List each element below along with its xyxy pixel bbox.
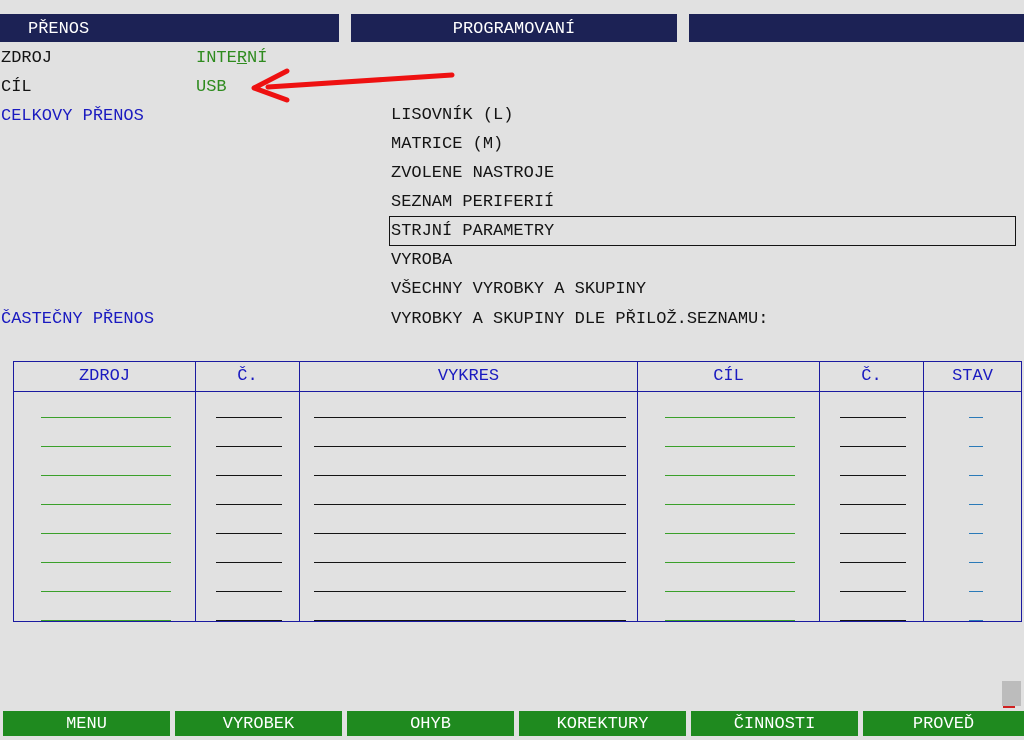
column-header-target: CÍL xyxy=(713,367,744,386)
target-entry-line[interactable] xyxy=(665,504,795,505)
source-number-entry-line[interactable] xyxy=(216,417,282,418)
source-value-end: NÍ xyxy=(247,49,268,68)
source-value-start: INTE xyxy=(196,49,237,68)
cursor-marker xyxy=(1003,706,1015,708)
target-entry-line[interactable] xyxy=(665,533,795,534)
target-number-entry-line[interactable] xyxy=(840,475,906,476)
source-number-entry-line[interactable] xyxy=(216,620,282,621)
item-products-by-list[interactable]: VYROBKY A SKUPINY DLE PŘILOŽ.SEZNAMU: xyxy=(391,310,768,330)
fkey-corrections[interactable]: KOREKTURY xyxy=(519,711,686,736)
fkey-execute[interactable]: PROVEĎ xyxy=(863,711,1024,736)
scroll-handle[interactable] xyxy=(1002,681,1021,706)
target-number-entry-line[interactable] xyxy=(840,417,906,418)
source-number-entry-line[interactable] xyxy=(216,475,282,476)
source-value-cursor-char: R xyxy=(236,49,248,68)
drawing-entry-line[interactable] xyxy=(314,475,626,476)
target-entry-line[interactable] xyxy=(665,475,795,476)
column-divider xyxy=(299,362,300,621)
source-entry-line[interactable] xyxy=(41,475,171,476)
drawing-entry-line[interactable] xyxy=(314,446,626,447)
item-all-products-groups[interactable]: VŠECHNY VYROBKY A SKUPINY xyxy=(391,280,646,300)
column-header-source-number: Č. xyxy=(237,367,258,386)
fkey-activities[interactable]: ČINNOSTI xyxy=(691,711,858,736)
target-number-entry-line[interactable] xyxy=(840,504,906,505)
fkey-bend[interactable]: OHYB xyxy=(347,711,514,736)
source-entry-line[interactable] xyxy=(41,562,171,563)
source-number-entry-line[interactable] xyxy=(216,504,282,505)
title-bar-empty xyxy=(689,14,1024,42)
drawing-entry-line[interactable] xyxy=(314,620,626,621)
partial-transfer-option[interactable]: ČASTEČNY PŘENOS xyxy=(1,310,154,330)
target-number-entry-line[interactable] xyxy=(840,591,906,592)
status-entry-line[interactable] xyxy=(969,446,983,447)
source-entry-line[interactable] xyxy=(41,533,171,534)
target-number-entry-line[interactable] xyxy=(840,533,906,534)
status-entry-line[interactable] xyxy=(969,620,983,621)
source-number-entry-line[interactable] xyxy=(216,591,282,592)
source-value-field[interactable]: INTERNÍ xyxy=(196,49,267,69)
target-number-entry-line[interactable] xyxy=(840,446,906,447)
column-header-drawing: VYKRES xyxy=(437,367,500,386)
item-production[interactable]: VYROBA xyxy=(391,251,452,271)
column-divider xyxy=(195,362,196,621)
source-entry-line[interactable] xyxy=(41,417,171,418)
status-entry-line[interactable] xyxy=(969,475,983,476)
status-entry-line[interactable] xyxy=(969,504,983,505)
source-entry-line[interactable] xyxy=(41,620,171,621)
source-label: ZDROJ xyxy=(1,49,53,68)
column-divider xyxy=(819,362,820,621)
title-bar-transfer: PŘENOS xyxy=(0,14,339,42)
drawing-entry-line[interactable] xyxy=(314,504,626,505)
item-punch[interactable]: LISOVNÍK (L) xyxy=(391,106,513,126)
source-number-entry-line[interactable] xyxy=(216,446,282,447)
target-number-entry-line[interactable] xyxy=(840,620,906,621)
item-machine-parameters[interactable]: STRJNÍ PARAMETRY xyxy=(391,222,554,242)
source-number-entry-line[interactable] xyxy=(216,533,282,534)
drawing-entry-line[interactable] xyxy=(314,562,626,563)
target-entry-line[interactable] xyxy=(665,417,795,418)
source-entry-line[interactable] xyxy=(41,446,171,447)
item-selected-tools[interactable]: ZVOLENE NASTROJE xyxy=(391,164,554,184)
status-entry-line[interactable] xyxy=(969,417,983,418)
header-divider xyxy=(14,391,1021,392)
column-header-target-number: Č. xyxy=(861,367,882,386)
column-divider xyxy=(923,362,924,621)
target-entry-line[interactable] xyxy=(665,562,795,563)
fkey-menu[interactable]: MENU xyxy=(3,711,170,736)
fkey-product[interactable]: VYROBEK xyxy=(175,711,342,736)
source-entry-line[interactable] xyxy=(41,591,171,592)
column-header-source: ZDROJ xyxy=(78,367,130,386)
target-entry-line[interactable] xyxy=(665,446,795,447)
target-entry-line[interactable] xyxy=(665,620,795,621)
status-entry-line[interactable] xyxy=(969,562,983,563)
target-label: CÍL xyxy=(1,78,32,97)
transfer-table: ZDROJ Č. VYKRES CÍL Č. STAV xyxy=(13,361,1022,622)
drawing-entry-line[interactable] xyxy=(314,417,626,418)
title-bar-programming: PROGRAMOVANÍ xyxy=(351,14,677,42)
drawing-entry-line[interactable] xyxy=(314,533,626,534)
status-entry-line[interactable] xyxy=(969,533,983,534)
item-die[interactable]: MATRICE (M) xyxy=(391,135,503,155)
source-number-entry-line[interactable] xyxy=(216,562,282,563)
status-entry-line[interactable] xyxy=(969,591,983,592)
item-peripherals-list[interactable]: SEZNAM PERIFERIÍ xyxy=(391,193,554,213)
target-entry-line[interactable] xyxy=(665,591,795,592)
source-entry-line[interactable] xyxy=(41,504,171,505)
column-header-status: STAV xyxy=(952,367,993,386)
target-value-field[interactable]: USB xyxy=(196,78,227,98)
full-transfer-option[interactable]: CELKOVY PŘENOS xyxy=(1,107,144,127)
target-number-entry-line[interactable] xyxy=(840,562,906,563)
drawing-entry-line[interactable] xyxy=(314,591,626,592)
column-divider xyxy=(637,362,638,621)
